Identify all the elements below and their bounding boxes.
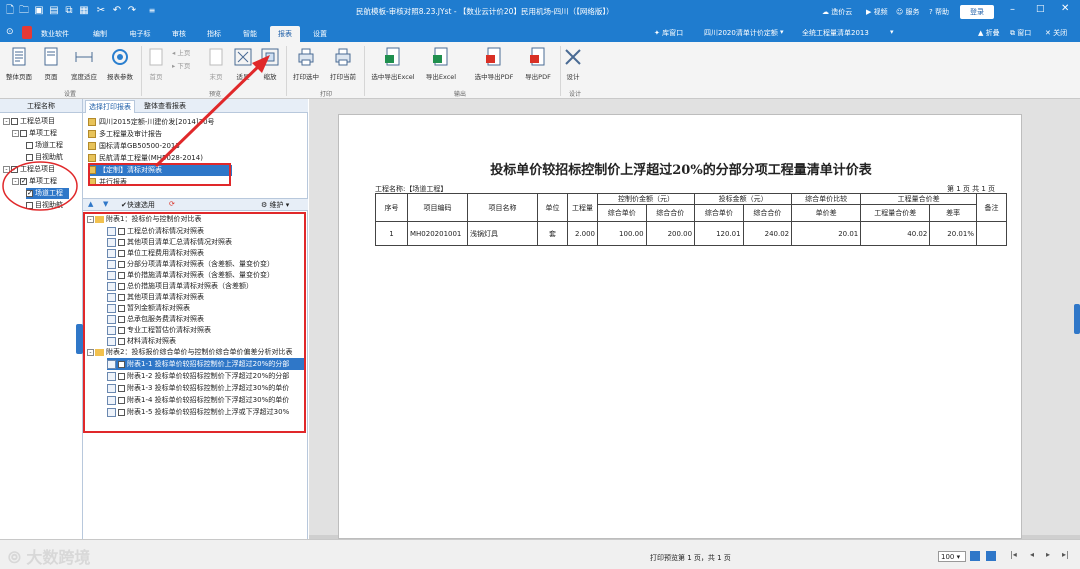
library-window[interactable]: ✦ 库窗口 — [654, 28, 683, 38]
report-icon — [107, 314, 116, 324]
quick-select-button[interactable]: ✔快速选用 — [121, 200, 155, 210]
col-qtysum: 工程量合价差 — [860, 193, 977, 205]
report-icon — [107, 226, 116, 236]
report-item[interactable]: 附表1-3 投标单价较招标控制价上浮超过30%的单价 — [107, 382, 304, 394]
col-note: 备注 — [976, 193, 1007, 222]
next-page-nav-icon[interactable]: ▸ — [1046, 550, 1050, 559]
col-diff: 单价差 — [791, 204, 862, 222]
report-icon — [107, 359, 116, 369]
col-ctrl-unit: 综合单价 — [597, 204, 647, 222]
col-rate: 差率 — [929, 204, 977, 222]
maximize-icon[interactable]: □ — [1036, 4, 1045, 14]
report-icon — [107, 336, 116, 346]
scope-dropdown-icon[interactable]: ▾ — [890, 28, 894, 36]
pdf-icon — [486, 47, 501, 66]
design-button[interactable]: 设计 — [562, 46, 584, 81]
design-tools-icon — [565, 49, 581, 65]
col-ctrl: 控制价金额（元） — [596, 193, 696, 205]
report-item[interactable]: 附表1-2 投标单价较招标控制价下浮超过20%的分部 — [107, 370, 304, 382]
report-group[interactable]: - 附表1：投标价与控制价对比表 — [87, 213, 201, 225]
col-unit: 单位 — [537, 193, 568, 222]
report-icon — [107, 395, 116, 405]
video-link[interactable]: ▶ 视频 — [866, 7, 888, 17]
col-qdiff: 工程量合价差 — [860, 204, 931, 222]
col-qty: 工程量 — [567, 193, 598, 222]
report-item-selected[interactable]: 附表1-1 投标单价较招标控制价上浮超过20%的分部 — [107, 358, 304, 370]
fit-icon[interactable] — [986, 551, 996, 561]
watermark-logo: ⦾ 大数跨境 — [8, 548, 91, 567]
col-bid-unit: 综合单价 — [694, 204, 744, 222]
report-icon — [107, 371, 116, 381]
collapse-handle[interactable] — [76, 324, 83, 354]
col-code: 项目编码 — [407, 193, 468, 222]
export-pdf-button[interactable]: 导出PDF — [521, 46, 555, 81]
report-page: 投标单价较招标控制价上浮超过20%的分部分项工程量清单计价表 工程名称:【场道工… — [338, 114, 1022, 539]
report-item[interactable]: 附表1-5 投标单价较招标控制价上浮或下浮超过30% — [107, 406, 304, 418]
zoom-in-icon[interactable] — [970, 551, 980, 561]
export-selected-pdf-button[interactable]: 选中导出PDF — [468, 46, 520, 81]
window-title: 民航模板-审核对照8.23.JYst - 【数业云计价20】民用机场-四川（【网… — [356, 7, 614, 16]
first-page-nav-icon[interactable]: |◂ — [1010, 550, 1017, 559]
report-title: 投标单价较招标控制价上浮超过20%的分部分项工程量清单计价表 — [490, 163, 872, 178]
move-down-icon[interactable]: ▼ — [103, 200, 108, 208]
close-button[interactable]: ✕ 关闭 — [1045, 28, 1067, 38]
report-icon — [107, 383, 116, 393]
col-bid: 投标金额（元） — [694, 193, 793, 205]
side-handle[interactable] — [1074, 304, 1080, 334]
group-design-label: 设计 — [568, 91, 581, 98]
report-icon — [107, 259, 116, 269]
status-text: 打印预览第 1 页，共 1 页 — [650, 554, 731, 562]
minimize-icon[interactable]: – — [1010, 4, 1015, 15]
annotation-arrow — [154, 55, 270, 168]
fold-button[interactable]: ▲ 折叠 — [978, 28, 1000, 38]
service-link[interactable]: ☺ 服务 — [896, 7, 920, 17]
report-table: 序号 项目编码 项目名称 单位 工程量 控制价金额（元） 投标金额（元） 综合单… — [375, 193, 1007, 246]
export-selected-excel-button[interactable]: 选中导出Excel — [366, 46, 420, 81]
prev-page-nav-icon[interactable]: ◂ — [1030, 550, 1034, 559]
cloud-link[interactable]: ☁ 造价云 — [822, 7, 852, 17]
report-item[interactable]: 附表1-4 投标单价较招标控制价下浮超过30%的单价 — [107, 394, 304, 406]
group-output-label: 输出 — [453, 91, 466, 98]
help-link[interactable]: ? 帮助 — [929, 7, 949, 17]
report-icon — [107, 303, 116, 313]
report-icon — [107, 407, 116, 417]
table-row: 1 MH020201001 浅锅灯具 套 2.000 100.00 200.00… — [375, 221, 1007, 246]
refresh-icon[interactable]: ⟳ — [169, 200, 175, 208]
scope-select[interactable]: 全统工程量清单2013 — [802, 28, 869, 38]
move-up-icon[interactable]: ▲ — [88, 200, 93, 208]
report-group[interactable]: - 附表2：投标报价综合单价与控制价综合单价偏差分析对比表 — [87, 346, 305, 358]
zoom-select[interactable]: 100 ▾ — [938, 551, 966, 562]
close-window-icon[interactable]: ✕ — [1061, 3, 1069, 14]
status-bar: 打印预览第 1 页，共 1 页 100 ▾ |◂ ◂ ▸ ▸| ⦾ 大数跨境 — [0, 539, 1080, 569]
report-icon — [107, 281, 116, 291]
login-button[interactable]: 登录 — [960, 5, 994, 19]
excel-icon — [433, 47, 448, 66]
quota-select[interactable]: 四川2020清单计价定额 — [704, 28, 778, 38]
print-current-button[interactable]: 打印当前 — [326, 46, 360, 81]
report-icon — [107, 292, 116, 302]
maintain-button[interactable]: ⚙ 维护 ▾ — [261, 200, 289, 210]
col-bid-total: 综合合价 — [742, 204, 793, 222]
folder-icon — [95, 348, 104, 356]
col-name: 项目名称 — [467, 193, 538, 222]
window-button[interactable]: ⧉ 窗口 — [1010, 28, 1031, 38]
report-icon — [107, 325, 116, 335]
table-header-row: 序号 项目编码 项目名称 单位 工程量 控制价金额（元） 投标金额（元） 综合单… — [375, 193, 1007, 222]
folder-icon — [95, 215, 104, 223]
col-ctrl-total: 综合合价 — [645, 204, 696, 222]
col-seq: 序号 — [375, 193, 408, 222]
col-cmp: 综合单价比较 — [791, 193, 862, 205]
last-page-nav-icon[interactable]: ▸| — [1062, 550, 1069, 559]
report-icon — [107, 248, 116, 258]
excel-icon — [385, 47, 400, 66]
printer-icon — [335, 48, 351, 66]
quota-dropdown-icon[interactable]: ▾ — [780, 28, 784, 36]
report-icon — [107, 270, 116, 280]
export-excel-button[interactable]: 导出Excel — [421, 46, 461, 81]
divider — [364, 46, 365, 96]
report-icon — [107, 237, 116, 247]
pdf-icon — [530, 47, 545, 66]
